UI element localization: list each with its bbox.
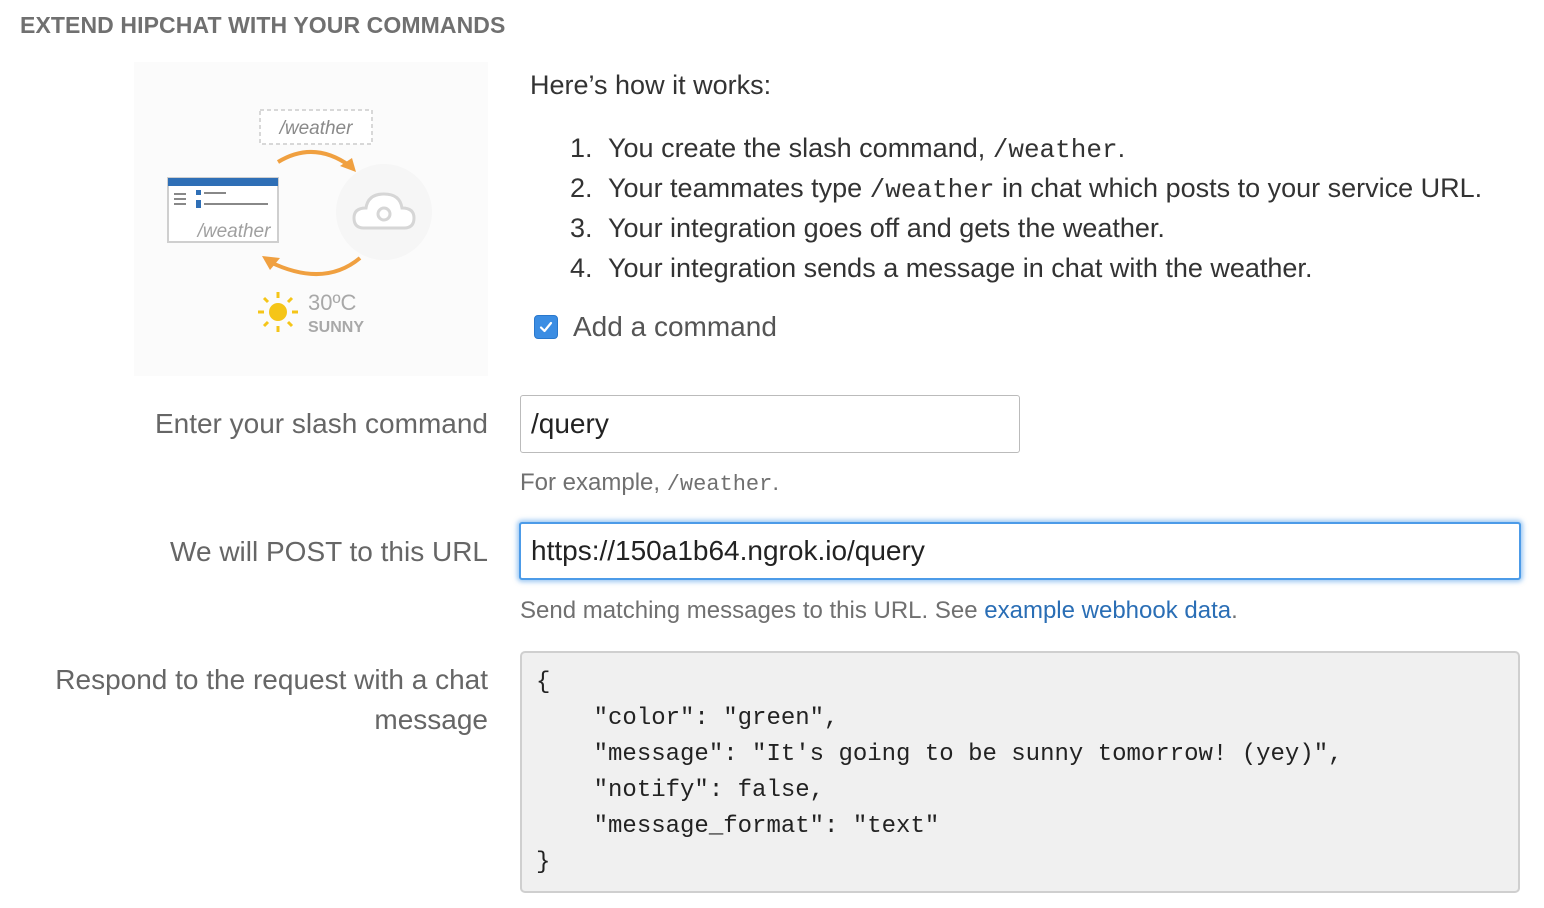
step-text: Your integration goes off and gets the w… <box>608 213 1165 243</box>
post-url-label: We will POST to this URL <box>170 536 488 567</box>
sun-icon <box>258 292 298 332</box>
add-command-checkbox[interactable] <box>534 315 558 339</box>
step-number: 3. <box>570 213 593 243</box>
checkmark-icon <box>539 321 553 333</box>
weather-condition: SUNNY <box>308 319 364 336</box>
help-text-end: . <box>772 469 780 496</box>
slash-command-input[interactable] <box>520 395 1020 453</box>
example-webhook-link[interactable]: example webhook data <box>984 597 1231 624</box>
step-number: 1. <box>570 133 593 163</box>
list-item: 2. Your teammates type /weather in chat w… <box>570 168 1482 208</box>
cycle-arrow-icon-bottom <box>269 256 362 277</box>
slash-command-help: For example, /weather. <box>520 469 779 497</box>
cycle-arrow-icon <box>276 150 352 168</box>
post-url-input[interactable] <box>519 522 1521 580</box>
how-it-works-illustration: /weather /weather 30ºC SUNNY <box>134 62 488 376</box>
step-code: /weather <box>869 175 995 205</box>
how-it-works-heading: Here’s how it works: <box>530 70 772 100</box>
list-item: 4. Your integration sends a message in ch… <box>570 248 1482 288</box>
step-text: Your integration sends a message in chat… <box>608 253 1313 283</box>
step-text: Your teammates type <box>608 173 870 203</box>
help-code: /weather <box>666 472 773 497</box>
help-text: Send matching messages to this URL. See <box>520 597 985 624</box>
steps-list: 1. You create the slash command, /weather… <box>570 128 1482 288</box>
help-text: For example, <box>520 469 667 496</box>
add-command-row: Add a command <box>534 310 777 344</box>
list-item: 3. Your integration goes off and gets the… <box>570 208 1482 248</box>
illustration-graphic: /weather /weather 30ºC SUNNY <box>167 109 432 336</box>
weather-temperature: 30ºC <box>308 290 357 315</box>
step-code: /weather <box>992 135 1118 165</box>
step-number: 2. <box>570 173 593 203</box>
slash-command-label: Enter your slash command <box>154 408 488 439</box>
response-json: { "color": "green", "message": "It's goi… <box>536 669 1343 876</box>
response-label-line1: Respond to the request with a chat <box>55 664 488 695</box>
step-text-end: in chat which posts to your service URL. <box>994 173 1483 203</box>
section-title: EXTEND HIPCHAT WITH YOUR COMMANDS <box>20 12 506 38</box>
step-text-end: . <box>1117 133 1126 163</box>
step-number: 4. <box>570 253 593 283</box>
response-label-line2: message <box>374 704 488 735</box>
response-label: Respond to the request with a chat messa… <box>55 660 488 740</box>
command-tag-text: /weather <box>278 118 354 139</box>
response-code-block[interactable]: { "color": "green", "message": "It's goi… <box>520 651 1520 893</box>
post-url-help: Send matching messages to this URL. See … <box>520 597 1238 625</box>
list-item: 1. You create the slash command, /weather… <box>570 128 1482 168</box>
window-command-text: /weather <box>196 221 272 242</box>
add-command-label[interactable]: Add a command <box>573 311 777 343</box>
step-text: You create the slash command, <box>608 133 993 163</box>
help-text-end: . <box>1231 597 1238 624</box>
